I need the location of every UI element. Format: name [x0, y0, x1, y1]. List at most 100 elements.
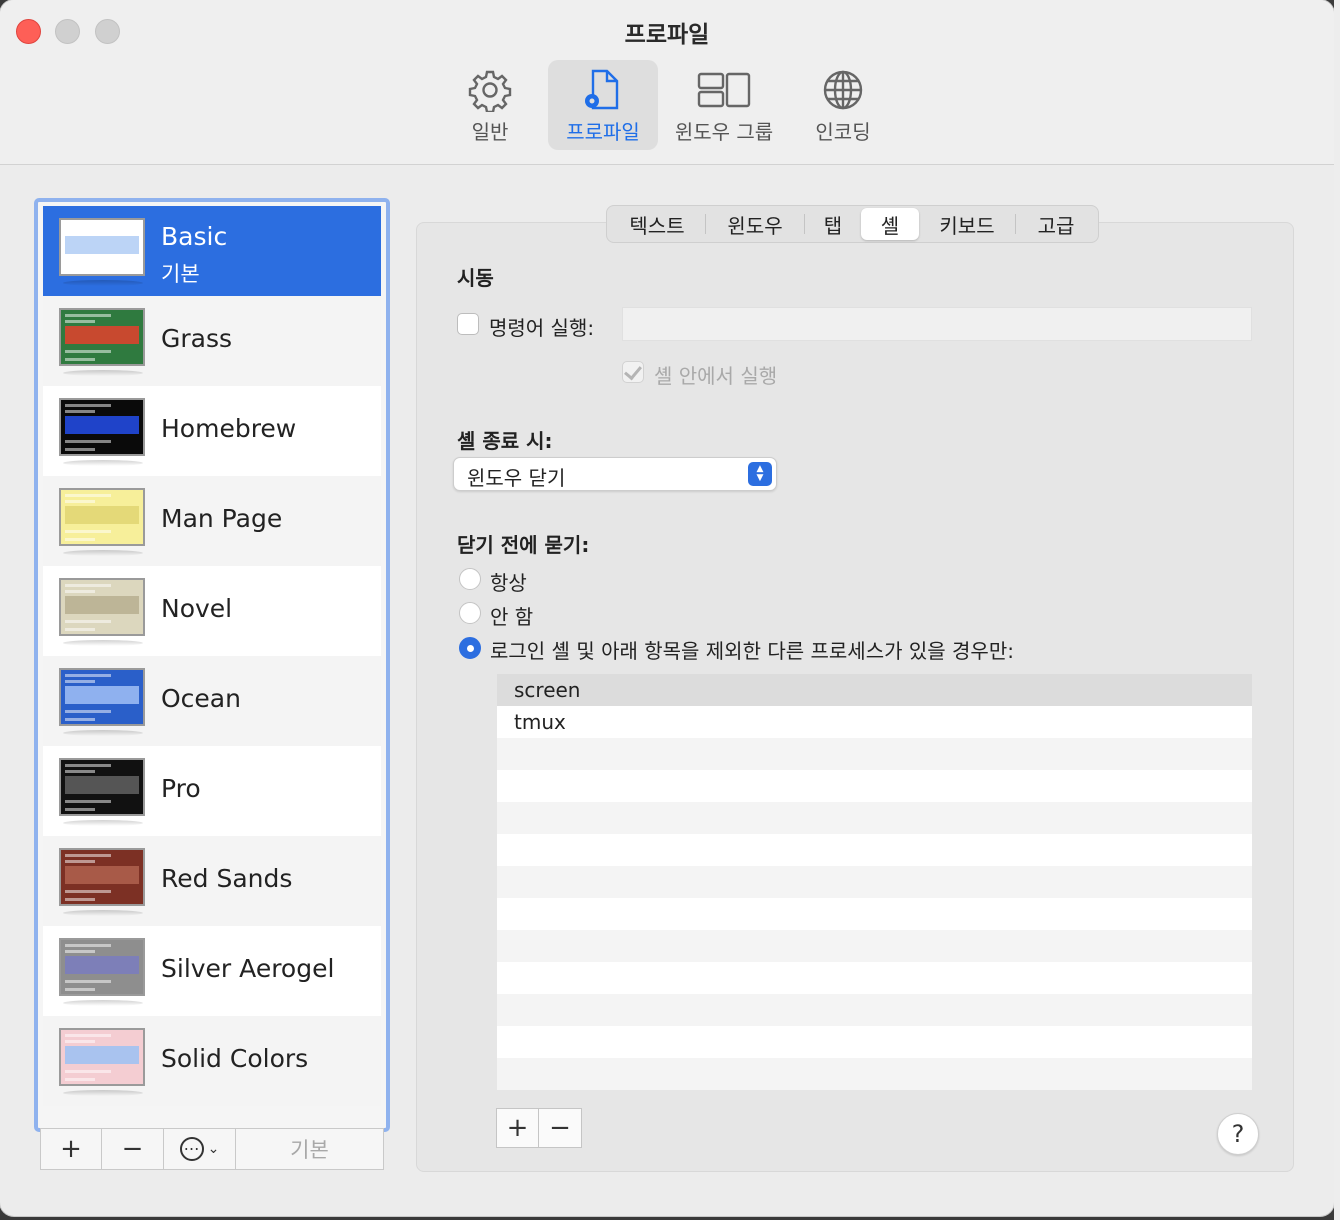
preview-text-line [65, 898, 95, 901]
profile-item[interactable]: Man Page [43, 476, 381, 566]
process-list-empty-row [497, 898, 1252, 930]
profile-actions-menu-button[interactable]: ⋯ ⌄ [164, 1128, 236, 1170]
process-list-empty-row [497, 1058, 1252, 1090]
preview-text-line [65, 620, 111, 623]
profile-item[interactable]: Red Sands [43, 836, 381, 926]
profile-list[interactable]: Basic 기본 Grass Homebrew Man Page Novel Ocean Pr… [34, 198, 390, 1132]
ask-before-closing-heading: 닫기 전에 묻기: [457, 533, 590, 557]
preview-text-line [65, 718, 95, 721]
ask-if-processes-label: 로그인 셸 및 아래 항목을 제외한 다른 프로세스가 있을 경우만: [490, 639, 1014, 663]
process-list-row[interactable]: tmux [497, 706, 1252, 738]
preview-text-line [65, 404, 111, 407]
profile-item[interactable]: Silver Aerogel [43, 926, 381, 1016]
preview-text-line [65, 260, 111, 263]
toolbar-item-profiles-label: 프로파일 [566, 120, 640, 144]
preview-text-line [65, 494, 111, 497]
tab-window[interactable]: 윈도우 [706, 208, 804, 240]
preview-text-line [65, 988, 95, 991]
tab-keyboard[interactable]: 키보드 [919, 208, 1015, 240]
toolbar-item-encodings-label: 인코딩 [815, 120, 871, 144]
preview-text-line [65, 800, 111, 803]
startup-heading: 시동 [457, 266, 494, 290]
remove-profile-button[interactable]: − [102, 1128, 164, 1170]
profile-name: Basic [161, 222, 228, 251]
profile-item[interactable]: Ocean [43, 656, 381, 746]
preview-text-line [65, 1078, 95, 1081]
preview-text-line [65, 674, 111, 677]
profile-item[interactable]: Pro [43, 746, 381, 836]
run-command-input[interactable] [622, 307, 1252, 341]
preview-text-line [65, 980, 111, 983]
run-inside-shell-label: 셸 안에서 실행 [654, 364, 778, 388]
preview-text-line [65, 1040, 95, 1043]
profile-document-gear-icon [585, 69, 619, 110]
preview-text-line [65, 1070, 111, 1073]
profile-default-badge: 기본 [161, 262, 200, 286]
thumbnail-shadow [63, 640, 143, 646]
thumbnail-shadow [63, 820, 143, 826]
preview-text-line [65, 448, 95, 451]
toolbar-item-window-groups-label: 윈도우 그룹 [674, 120, 774, 144]
process-exception-list[interactable]: screen tmux [497, 674, 1252, 1090]
preview-highlight [65, 236, 139, 254]
ask-if-processes-radio[interactable] [459, 637, 481, 659]
add-process-button[interactable]: + [496, 1108, 539, 1148]
preview-text-line [65, 314, 111, 317]
profile-item[interactable]: Novel [43, 566, 381, 656]
thumbnail-shadow [63, 910, 143, 916]
toolbar-item-general[interactable]: 일반 [440, 60, 540, 150]
profile-preview-thumbnail [59, 938, 145, 996]
run-command-label: 명령어 실행: [489, 316, 595, 340]
thumbnail-shadow [63, 730, 143, 736]
ask-always-radio[interactable] [459, 568, 481, 590]
thumbnail-shadow [63, 550, 143, 556]
profile-preview-thumbnail [59, 668, 145, 726]
process-list-empty-row [497, 802, 1252, 834]
process-list-empty-row [497, 930, 1252, 962]
profile-preview-thumbnail [59, 398, 145, 456]
set-default-profile-button[interactable]: 기본 [236, 1128, 384, 1170]
profile-name: Novel [161, 594, 233, 623]
tab-advanced[interactable]: 고급 [1016, 208, 1096, 240]
preview-text-line [65, 224, 111, 227]
shell-exit-action-select[interactable]: 윈도우 닫기 ▲ ▼ [453, 457, 777, 491]
tab-tab[interactable]: 탭 [805, 208, 861, 240]
profile-item[interactable]: Basic 기본 [43, 206, 381, 296]
process-list-empty-row [497, 738, 1252, 770]
run-command-checkbox[interactable] [457, 313, 479, 335]
toolbar-item-encodings[interactable]: 인코딩 [796, 60, 890, 150]
help-button[interactable]: ? [1217, 1113, 1259, 1155]
process-list-empty-row [497, 834, 1252, 866]
profile-name: Grass [161, 324, 233, 353]
preview-text-line [65, 890, 111, 893]
preview-highlight [65, 596, 139, 614]
tab-shell[interactable]: 셸 [861, 208, 919, 240]
preview-text-line [65, 710, 111, 713]
preview-highlight [65, 776, 139, 794]
background-window-edge [1334, 0, 1340, 1220]
process-list-row[interactable]: screen [497, 674, 1252, 706]
tab-text[interactable]: 텍스트 [609, 208, 705, 240]
profile-name: Man Page [161, 504, 283, 533]
add-profile-button[interactable]: + [40, 1128, 102, 1170]
preview-text-line [65, 950, 95, 953]
ask-never-radio[interactable] [459, 602, 481, 624]
shell-exit-heading: 셸 종료 시: [457, 429, 553, 453]
toolbar-item-profiles[interactable]: 프로파일 [548, 60, 658, 150]
preview-highlight [65, 1046, 139, 1064]
preview-text-line [65, 538, 95, 541]
thumbnail-shadow [63, 370, 143, 376]
profile-item[interactable]: Homebrew [43, 386, 381, 476]
preview-text-line [65, 1034, 111, 1037]
profile-name: Silver Aerogel [161, 954, 335, 983]
remove-process-button[interactable]: − [539, 1108, 582, 1148]
preview-text-line [65, 764, 111, 767]
profile-item[interactable]: Grass [43, 296, 381, 386]
preview-text-line [65, 860, 95, 863]
profile-item[interactable]: Solid Colors [43, 1016, 381, 1106]
toolbar-item-window-groups[interactable]: 윈도우 그룹 [664, 60, 784, 150]
profile-preview-thumbnail [59, 758, 145, 816]
run-inside-shell-checkbox[interactable] [622, 361, 644, 383]
profile-name: Homebrew [161, 414, 297, 443]
profile-list-toolbar: + − ⋯ ⌄ 기본 [40, 1128, 384, 1170]
